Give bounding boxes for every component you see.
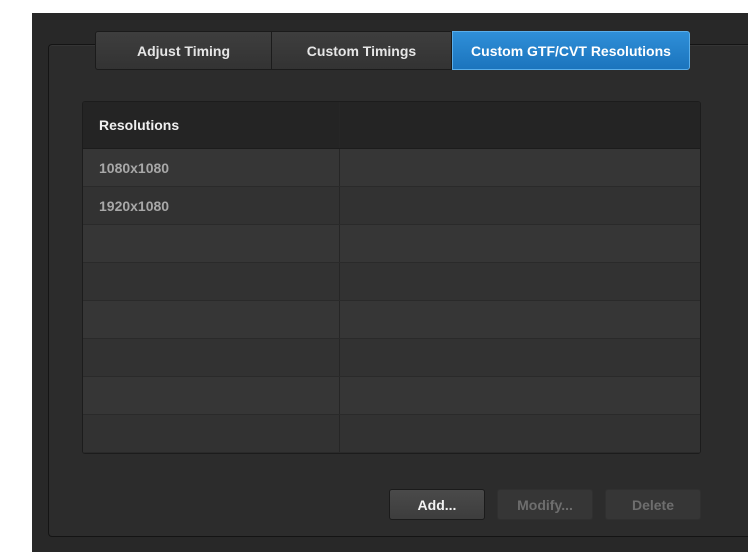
table-cell-resolution: [83, 263, 340, 300]
table-row[interactable]: 1920x1080: [83, 187, 700, 225]
tab-custom-gtf-cvt-resolutions[interactable]: Custom GTF/CVT Resolutions: [452, 31, 690, 70]
table-cell-resolution: [83, 377, 340, 414]
table-cell-resolution: [83, 225, 340, 262]
table-row[interactable]: [83, 225, 700, 263]
table-row[interactable]: [83, 263, 700, 301]
add-button[interactable]: Add...: [389, 489, 485, 520]
tab-custom-timings[interactable]: Custom Timings: [272, 31, 452, 70]
table-header: Resolutions: [83, 102, 700, 149]
table-cell: [340, 339, 700, 376]
table-cell: [340, 377, 700, 414]
table-row[interactable]: [83, 377, 700, 415]
table-cell: [340, 149, 700, 186]
table-cell-resolution: [83, 301, 340, 338]
table-cell: [340, 187, 700, 224]
table-cell-resolution: 1080x1080: [83, 149, 340, 186]
table-cell: [340, 301, 700, 338]
table-row[interactable]: [83, 339, 700, 377]
table-body: 1080x1080 1920x1080: [83, 149, 700, 453]
table-row[interactable]: [83, 415, 700, 453]
column-header-resolutions: Resolutions: [83, 102, 340, 148]
table-cell: [340, 263, 700, 300]
table-cell-resolution: [83, 339, 340, 376]
tab-bar: Adjust Timing Custom Timings Custom GTF/…: [95, 31, 690, 70]
table-cell: [340, 415, 700, 452]
delete-button[interactable]: Delete: [605, 489, 701, 520]
tab-adjust-timing[interactable]: Adjust Timing: [95, 31, 272, 70]
table-cell-resolution: [83, 415, 340, 452]
resolutions-table: Resolutions 1080x1080 1920x1080: [82, 101, 701, 454]
table-cell-resolution: 1920x1080: [83, 187, 340, 224]
table-row[interactable]: [83, 301, 700, 339]
table-row[interactable]: 1080x1080: [83, 149, 700, 187]
table-cell: [340, 225, 700, 262]
column-header-empty: [340, 102, 700, 148]
modify-button[interactable]: Modify...: [497, 489, 593, 520]
